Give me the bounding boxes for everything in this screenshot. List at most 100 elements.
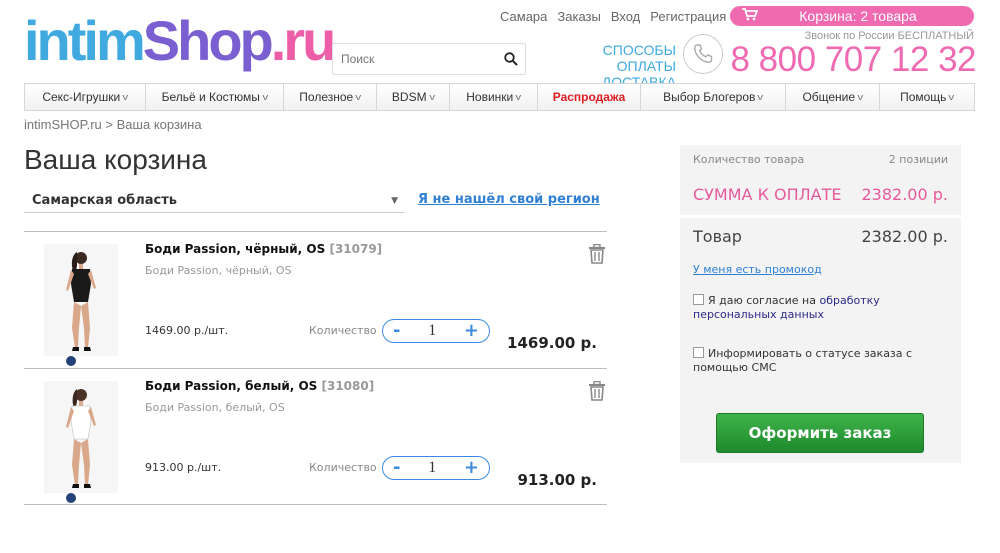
- nav-item-bloggers[interactable]: Выбор Блогеров v: [641, 84, 786, 110]
- register-link[interactable]: Регистрация: [650, 9, 726, 24]
- amount-due-value: 2382.00 р.: [861, 185, 949, 204]
- nav-item-help[interactable]: Помощь v: [880, 84, 974, 110]
- search-input[interactable]: [333, 44, 497, 74]
- nav-label: Общение: [802, 90, 856, 104]
- search-box: [332, 43, 526, 75]
- site-logo[interactable]: intimShop.ru: [24, 8, 336, 74]
- decrease-button[interactable]: -: [393, 458, 400, 478]
- chevron-down-icon: v: [757, 92, 764, 102]
- product-image[interactable]: [44, 244, 118, 366]
- region-selected: Самарская область: [32, 193, 177, 208]
- consent-checkbox-row[interactable]: Я даю согласие на обработку персональных …: [693, 294, 943, 322]
- nav-item-new[interactable]: Новинки v: [450, 84, 538, 110]
- phone-number[interactable]: 8 800 707 12 32: [730, 40, 976, 80]
- item-sku: [31079]: [329, 242, 383, 256]
- breadcrumb-separator: >: [105, 117, 114, 132]
- cart-icon: [730, 8, 770, 24]
- nav-label: Полезное: [299, 90, 354, 104]
- item-title[interactable]: Боди Passion, чёрный, OS [31079]: [145, 242, 382, 256]
- trash-icon[interactable]: [588, 380, 606, 401]
- product-image[interactable]: [44, 381, 118, 503]
- item-unit-price: 1469.00 р./шт.: [145, 324, 229, 337]
- sms-text: Информировать о статусе заказа с помощью…: [693, 347, 913, 374]
- order-summary: Количество товара 2 позиции СУММА К ОПЛА…: [680, 145, 961, 463]
- sms-checkbox-row[interactable]: Информировать о статусе заказа с помощью…: [693, 347, 943, 375]
- region-select[interactable]: Самарская область ▼: [24, 189, 404, 213]
- top-links: Самара Заказы Вход Регистрация: [500, 9, 726, 24]
- brand-badge-icon: [66, 356, 76, 366]
- nav-label: BDSM: [391, 90, 427, 104]
- cart-button[interactable]: Корзина: 2 товара: [730, 6, 974, 26]
- quantity-label: Количество: [309, 461, 377, 474]
- cart-list: Боди Passion, чёрный, OS [31079] Боди Pa…: [24, 231, 607, 505]
- city-link[interactable]: Самара: [500, 9, 547, 24]
- chevron-down-icon: v: [355, 92, 362, 102]
- item-count-row: Количество товара 2 позиции: [693, 153, 948, 166]
- nav-label: Выбор Блогеров: [663, 90, 756, 104]
- quantity-stepper: - 1 +: [382, 319, 490, 343]
- consent-link-processing[interactable]: обработку: [819, 294, 879, 307]
- nav-item-sale[interactable]: Распродажа: [538, 84, 641, 110]
- nav-label: Секс-Игрушки: [42, 90, 121, 104]
- breadcrumb: intimSHOP.ru > Ваша корзина: [24, 117, 202, 132]
- trash-icon[interactable]: [588, 243, 606, 264]
- main-nav: Секс-Игрушки v Бельё и Костюмы v Полезное v…: [24, 83, 975, 111]
- breadcrumb-home[interactable]: intimSHOP.ru: [24, 117, 102, 132]
- chevron-down-icon: v: [428, 92, 435, 102]
- promo-code-link[interactable]: У меня есть промокод: [693, 263, 822, 276]
- item-count-value: 2 позиции: [888, 153, 948, 166]
- chevron-down-icon: v: [122, 92, 129, 102]
- item-unit-price: 913.00 р./шт.: [145, 461, 222, 474]
- item-total: 913.00 р.: [517, 471, 597, 489]
- item-count-label: Количество товара: [693, 153, 805, 166]
- goods-label: Товар: [693, 227, 742, 246]
- increase-button[interactable]: +: [464, 458, 479, 478]
- quantity-value[interactable]: 1: [428, 459, 436, 477]
- cart-item: Боди Passion, белый, OS [31080] Боди Pas…: [24, 368, 607, 505]
- nav-label: Распродажа: [552, 90, 626, 104]
- quantity-value[interactable]: 1: [428, 322, 436, 340]
- item-sku: [31080]: [321, 379, 375, 393]
- consent-checkbox[interactable]: [693, 294, 704, 305]
- sms-checkbox[interactable]: [693, 347, 704, 358]
- chevron-down-icon: v: [262, 92, 269, 102]
- amount-due-label: СУММА К ОПЛАТЕ: [693, 185, 842, 204]
- page-title: Ваша корзина: [24, 144, 207, 175]
- logo-intim: intim: [24, 9, 146, 72]
- item-title[interactable]: Боди Passion, белый, OS [31080]: [145, 379, 374, 393]
- search-icon[interactable]: [497, 52, 525, 66]
- region-not-found-link[interactable]: Я не нашёл свой регион: [418, 192, 600, 207]
- checkout-button[interactable]: Оформить заказ: [716, 413, 924, 453]
- chevron-down-icon: v: [857, 92, 864, 102]
- logo-shop: Shop: [142, 9, 274, 72]
- logo-ru: .ru: [270, 9, 337, 72]
- breadcrumb-current: Ваша корзина: [116, 117, 202, 132]
- cart-count-label: Корзина: 2 товара: [799, 8, 917, 24]
- nav-label: Бельё и Костюмы: [161, 90, 260, 104]
- goods-total-row: Товар 2382.00 р.: [693, 227, 948, 246]
- login-link[interactable]: Вход: [611, 9, 640, 24]
- item-subtitle: Боди Passion, белый, OS: [145, 401, 285, 414]
- nav-item-lingerie[interactable]: Бельё и Костюмы v: [146, 84, 284, 110]
- phone-icon: [683, 34, 723, 74]
- item-subtitle: Боди Passion, чёрный, OS: [145, 264, 292, 277]
- payment-methods-link[interactable]: СПОСОБЫ ОПЛАТЫ: [540, 42, 676, 74]
- quantity-label: Количество: [309, 324, 377, 337]
- nav-item-useful[interactable]: Полезное v: [284, 84, 377, 110]
- increase-button[interactable]: +: [464, 321, 479, 341]
- nav-label: Помощь: [900, 90, 947, 104]
- cart-item: Боди Passion, чёрный, OS [31079] Боди Pa…: [24, 231, 607, 368]
- chevron-down-icon: v: [948, 92, 955, 102]
- amount-due-row: СУММА К ОПЛАТЕ 2382.00 р.: [693, 185, 948, 204]
- consent-text: Я даю согласие на: [708, 294, 816, 307]
- goods-value: 2382.00 р.: [861, 227, 949, 246]
- consent-link-personal-data[interactable]: персональных данных: [693, 308, 824, 321]
- brand-badge-icon: [66, 493, 76, 503]
- nav-item-toys[interactable]: Секс-Игрушки v: [25, 84, 146, 110]
- item-name: Боди Passion, чёрный, OS: [145, 242, 326, 256]
- nav-item-community[interactable]: Общение v: [786, 84, 880, 110]
- nav-item-bdsm[interactable]: BDSM v: [377, 84, 450, 110]
- orders-link[interactable]: Заказы: [557, 9, 600, 24]
- item-total: 1469.00 р.: [507, 334, 597, 352]
- decrease-button[interactable]: -: [393, 321, 400, 341]
